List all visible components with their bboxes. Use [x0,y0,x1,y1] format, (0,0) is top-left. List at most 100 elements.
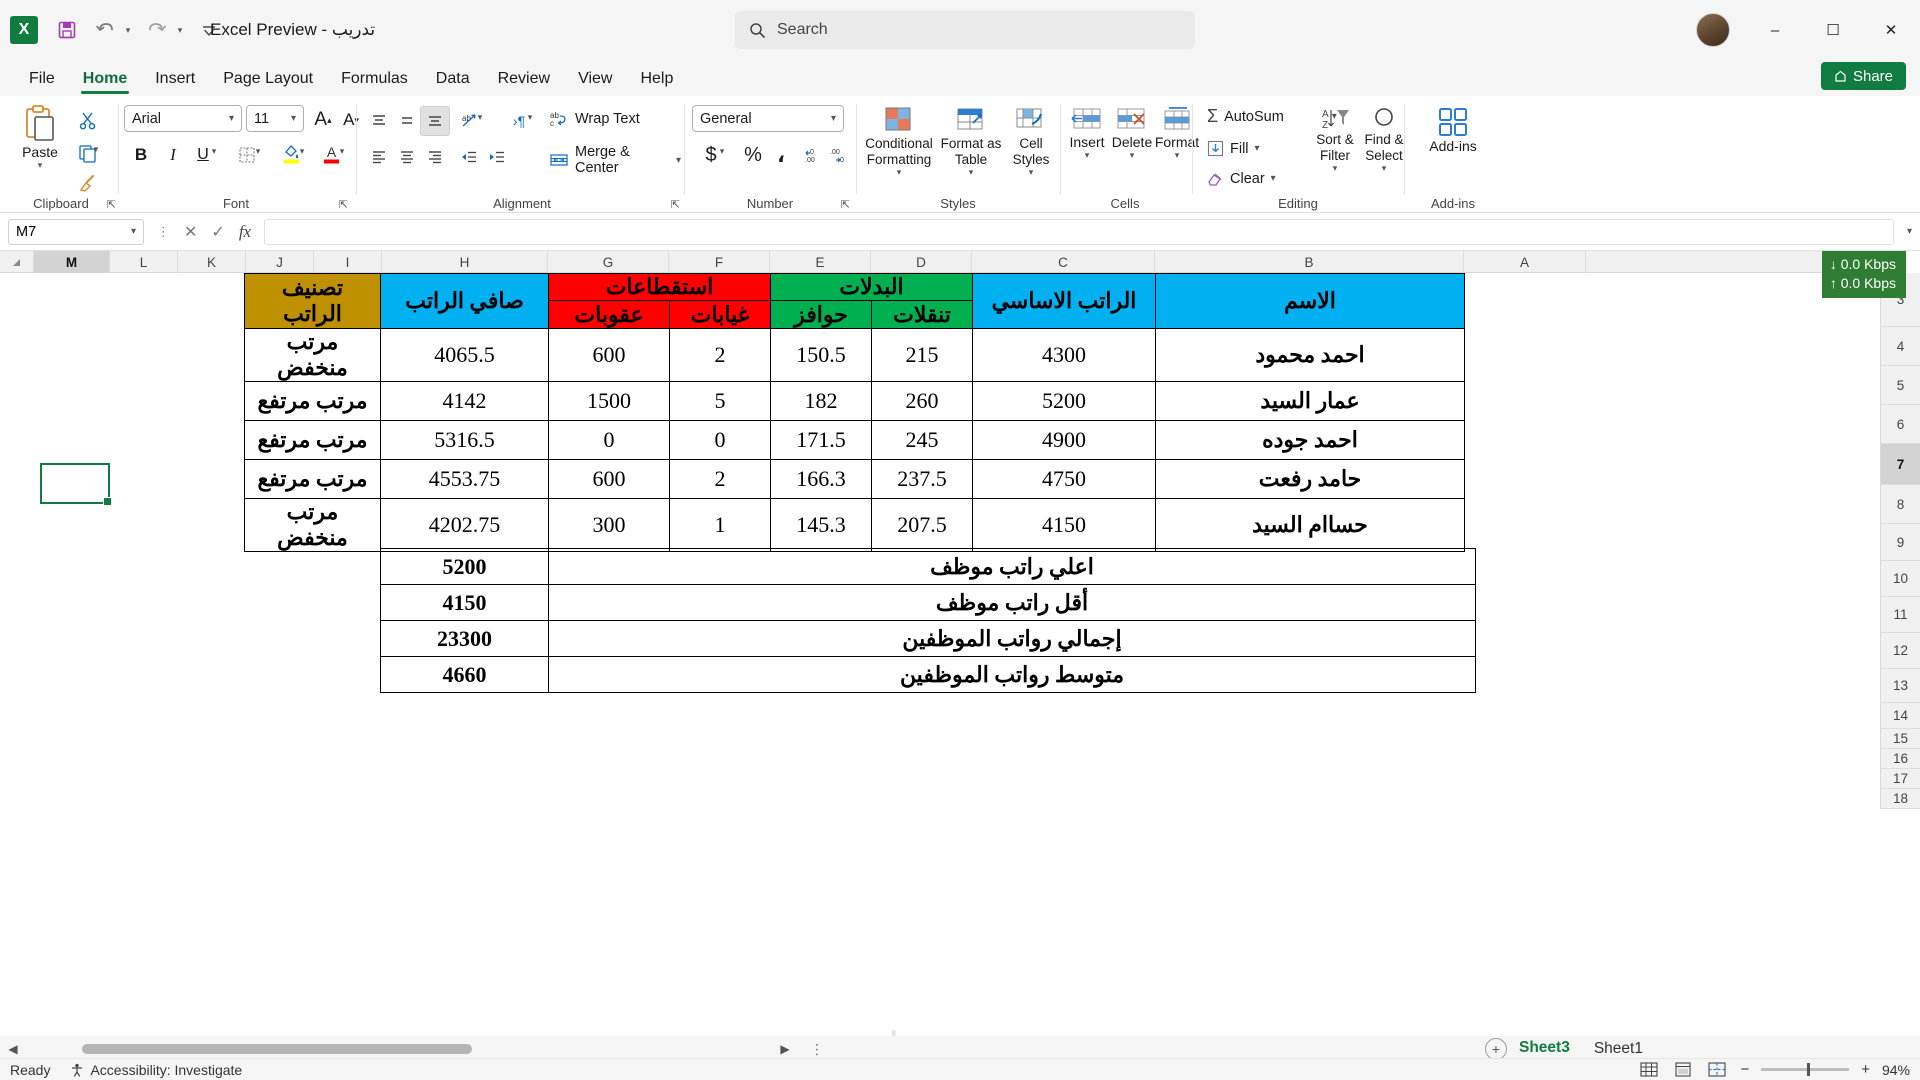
horizontal-scrollbar-thumb[interactable] [82,1044,472,1054]
cell-basic[interactable]: 5200 [972,381,1156,421]
row-header-16[interactable]: 16 [1881,749,1920,769]
borders-dropdown-icon[interactable]: ▾ [250,146,266,157]
bold-button[interactable]: B [126,140,156,170]
cell-name[interactable]: عمار السيد [1155,381,1465,421]
cell-styles-button[interactable]: Cell Styles ▾ [1006,106,1056,177]
column-header-E[interactable]: E [770,251,871,273]
paste-dropdown-icon[interactable]: ▾ [38,160,43,170]
cell-bonus[interactable]: 171.5 [770,420,872,460]
column-header-C[interactable]: C [972,251,1155,273]
column-header-B[interactable]: B [1155,251,1464,273]
align-left-icon[interactable] [364,142,394,172]
cell-basic[interactable]: 4150 [972,498,1156,552]
summary-value-min[interactable]: 4150 [380,584,549,621]
sort-filter-button[interactable]: AZ Sort & Filter ▾ [1310,106,1360,173]
alignment-dialog-launcher[interactable]: ⇱ [671,198,680,211]
cell-absences[interactable]: 2 [669,459,771,499]
font-size-input[interactable]: 11 ▾ [246,105,304,132]
cell-grade[interactable]: مرتب منخفض [244,328,381,382]
cell-absences[interactable]: 2 [669,328,771,382]
align-middle-icon[interactable] [392,106,422,136]
page-layout-view-icon[interactable] [1672,1061,1694,1079]
cell-transport[interactable]: 260 [871,381,973,421]
summary-value-max[interactable]: 5200 [380,548,549,585]
undo-icon[interactable] [88,13,122,47]
share-button[interactable]: Share [1820,62,1906,90]
increase-font-size-icon[interactable]: A ▴ [308,105,338,135]
cell-net[interactable]: 4202.75 [380,498,549,552]
tab-page-layout[interactable]: Page Layout [210,65,326,96]
name-box[interactable]: M7 ▾ [8,218,144,245]
row-header-11[interactable]: 11 [1881,597,1920,633]
cancel-icon[interactable]: ✕ [184,222,197,242]
column-header-J[interactable]: J [246,251,314,273]
cell-bonus[interactable]: 145.3 [770,498,872,552]
cell-grade[interactable]: مرتب مرتفع [244,420,381,460]
align-top-icon[interactable] [364,106,394,136]
formula-input[interactable] [264,218,1894,245]
row-header-9[interactable]: 9 [1881,524,1920,561]
row-header-18[interactable]: 18 [1881,789,1920,809]
conditional-formatting-button[interactable]: Conditional Formatting ▾ [862,106,936,177]
cell-net[interactable]: 4065.5 [380,328,549,382]
cell-basic[interactable]: 4750 [972,459,1156,499]
cell-net[interactable]: 4553.75 [380,459,549,499]
row-header-10[interactable]: 10 [1881,561,1920,597]
cell-name[interactable]: احمد محمود [1155,328,1465,382]
format-dropdown-icon[interactable]: ▾ [1175,150,1180,160]
column-header-D[interactable]: D [871,251,972,273]
format-as-table-dropdown-icon[interactable]: ▾ [969,167,974,177]
orientation-dropdown-icon[interactable]: ▾ [472,112,488,123]
format-as-table-button[interactable]: Format as Table ▾ [940,106,1002,177]
expand-formula-bar-icon[interactable]: ▾ [1907,226,1912,237]
fill-button[interactable]: Fill ▾ [1202,138,1265,159]
cell-transport[interactable]: 215 [871,328,973,382]
scroll-left-icon[interactable]: ◀ [0,1042,26,1056]
tab-formulas[interactable]: Formulas [328,65,421,96]
italic-button[interactable]: I [158,140,188,170]
rtl-dropdown-icon[interactable]: ▾ [522,112,538,123]
more-options-icon[interactable]: ⋮ [157,224,170,240]
addins-button[interactable]: Add-ins [1420,106,1486,154]
cell-absences[interactable]: 1 [669,498,771,552]
tab-view[interactable]: View [565,65,625,96]
zoom-level-label[interactable]: 94% [1882,1062,1910,1078]
column-header-G[interactable]: G [548,251,669,273]
comma-format-button[interactable]: ، [766,140,796,170]
find-select-dropdown-icon[interactable]: ▾ [1382,163,1387,173]
summary-label-max[interactable]: اعلي راتب موظف [548,548,1476,585]
avatar[interactable] [1696,13,1730,47]
delete-dropdown-icon[interactable]: ▾ [1130,150,1135,160]
tab-data[interactable]: Data [423,65,483,96]
row-header-6[interactable]: 6 [1881,405,1920,444]
row-header-12[interactable]: 12 [1881,633,1920,669]
cell-absences[interactable]: 5 [669,381,771,421]
save-icon[interactable] [50,13,84,47]
clear-dropdown-icon[interactable]: ▾ [1271,173,1276,184]
cell-grade[interactable]: مرتب منخفض [244,498,381,552]
summary-label-total[interactable]: إجمالي رواتب الموظفين [548,620,1476,657]
insert-function-icon[interactable]: fx [239,222,251,242]
chevron-down-icon[interactable]: ▾ [831,113,836,124]
cell-grade[interactable]: مرتب مرتفع [244,381,381,421]
cell-bonus[interactable]: 150.5 [770,328,872,382]
font-dialog-launcher[interactable]: ⇱ [339,198,348,211]
cell-penalties[interactable]: 600 [548,328,670,382]
summary-label-avg[interactable]: متوسط رواتب الموظفين [548,656,1476,693]
cell-transport[interactable]: 207.5 [871,498,973,552]
merge-center-button[interactable]: Merge & Center ▾ [544,142,686,178]
underline-dropdown-icon[interactable]: ▾ [206,146,222,157]
cell-transport[interactable]: 245 [871,420,973,460]
chevron-down-icon[interactable]: ▾ [291,113,296,124]
paste-button[interactable]: Paste ▾ [14,104,66,170]
delete-cells-button[interactable]: Delete ▾ [1108,106,1156,160]
cell-penalties[interactable]: 0 [548,420,670,460]
redo-dropdown-icon[interactable]: ▾ [172,25,188,36]
format-painter-icon[interactable] [72,168,102,198]
cell-bonus[interactable]: 166.3 [770,459,872,499]
sheet-tab-menu-icon[interactable]: ⋮ [810,1041,825,1058]
currency-dropdown-icon[interactable]: ▾ [714,146,730,157]
zoom-slider[interactable] [1761,1063,1850,1076]
horizontal-scrollbar[interactable] [32,1043,772,1055]
tab-review[interactable]: Review [485,65,563,96]
